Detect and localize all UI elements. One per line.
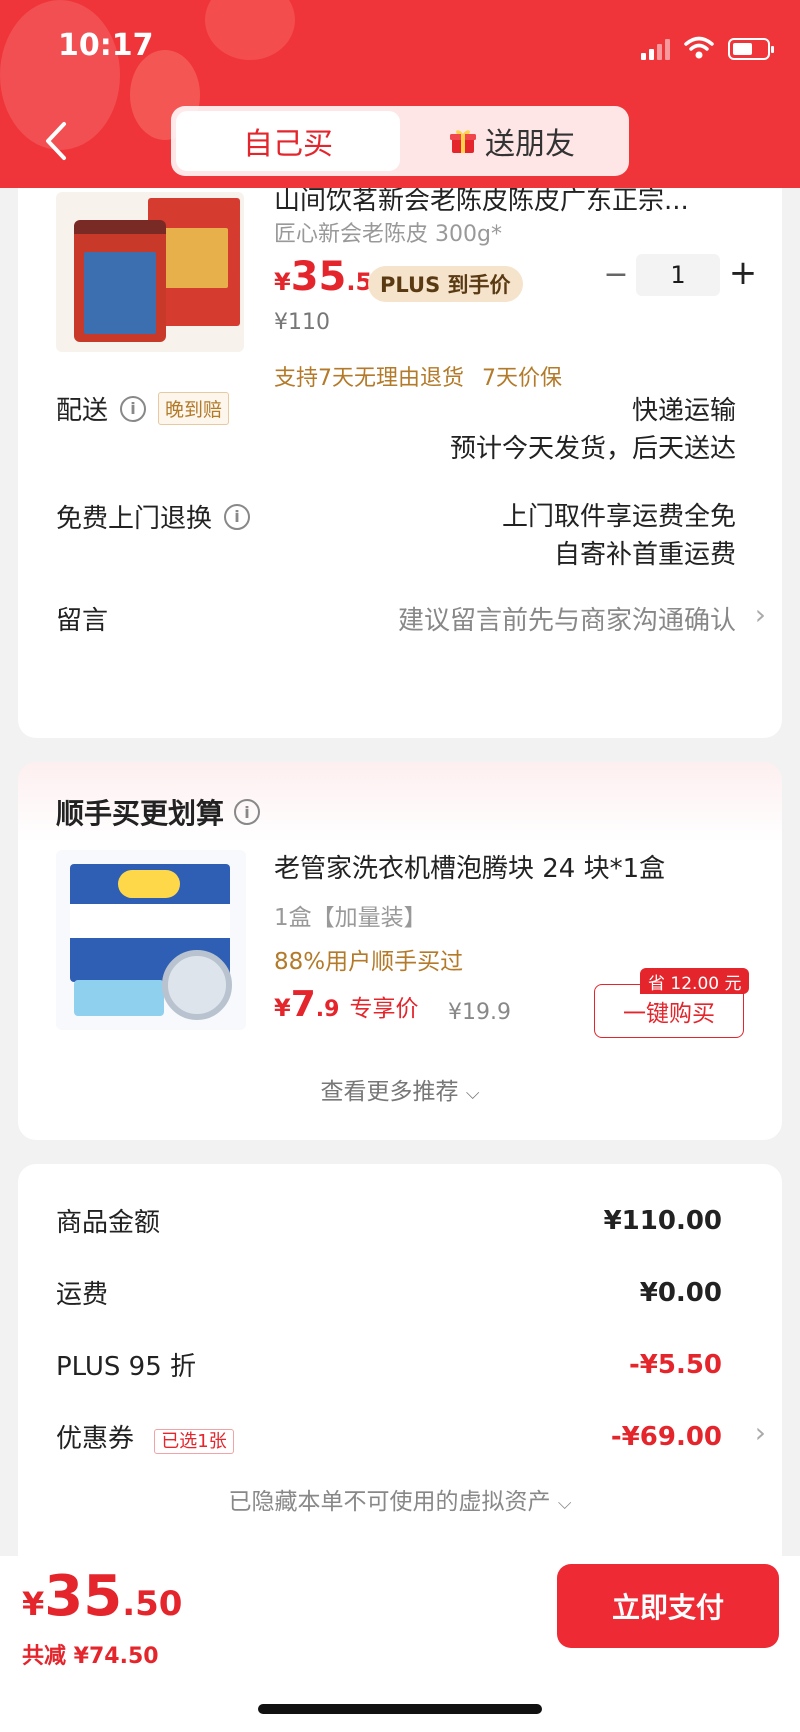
tab-label: 送朋友 (485, 127, 575, 162)
addon-section-title: 顺手买更划算 i (56, 792, 261, 832)
total-savings: 共减 ¥74.50 (22, 1644, 159, 1669)
product-price: ¥ 35 .5 (274, 254, 372, 300)
product-image[interactable] (56, 192, 244, 352)
tab-buy-for-self[interactable]: 自己买 (176, 111, 400, 171)
message-input[interactable]: 建议留言前先与商家沟通确认 (398, 600, 736, 637)
summary-row-plus-discount: PLUS 95 折 -¥5.50 (56, 1346, 722, 1383)
addon-buyers-stat: 88%用户顺手买过 (274, 949, 464, 975)
home-indicator[interactable] (258, 1704, 542, 1714)
price-protect-text: 7天价保 (482, 366, 562, 391)
chevron-down-icon: ⌵ (557, 1493, 572, 1514)
quantity-input[interactable]: 1 (636, 254, 720, 296)
gift-icon (450, 130, 476, 153)
product-card: 山间饮茗新会老陈皮陈皮广东正宗... 匠心新会老陈皮 300g* ¥ 35 .5… (18, 150, 782, 738)
quantity-decrease-button[interactable]: − (598, 254, 634, 294)
signal-icon (641, 38, 670, 60)
info-icon[interactable]: i (234, 799, 261, 825)
wifi-icon (684, 36, 714, 59)
delivery-row: 配送 i 晚到赔 (56, 390, 230, 427)
summary-label: 运费 (56, 1280, 109, 1310)
product-spec: 匠心新会老陈皮 300g* (274, 222, 502, 247)
price-decimal: .9 (315, 997, 340, 1022)
summary-row-subtotal: 商品金额 ¥110.00 (56, 1202, 722, 1239)
delivery-estimate: 预计今天发货，后天送达 (449, 434, 736, 464)
info-icon[interactable]: i (120, 395, 147, 422)
tab-gift-to-friend[interactable]: 送朋友 (400, 111, 624, 171)
chevron-left-icon (46, 122, 66, 160)
returns-label: 免费上门退换 (56, 504, 213, 534)
currency-symbol: ¥ (22, 1585, 45, 1623)
status-time: 10:17 (58, 28, 154, 63)
tab-label: 自己买 (243, 127, 333, 162)
purchase-mode-switch: 自己买 送朋友 (171, 106, 629, 176)
late-compensation-badge: 晚到赔 (158, 392, 230, 425)
header-bar: 10:17 自己买 送朋友 (0, 0, 800, 188)
addon-card: 顺手买更划算 i 老管家洗衣机槽泡腾块 24 块*1盒 1盒【加量装】 88%用… (18, 762, 782, 1140)
more-recommendations-text: 查看更多推荐 (320, 1079, 459, 1105)
price-decimal: .50 (122, 1584, 183, 1624)
summary-row-coupon[interactable]: 优惠券 已选1张 -¥69.00 (56, 1418, 722, 1455)
returns-line-2: 自寄补首重运费 (553, 540, 736, 570)
addon-product-spec: 1盒【加量装】 (274, 905, 427, 931)
currency-symbol: ¥ (274, 268, 291, 296)
quantity-increase-button[interactable]: + (722, 250, 764, 296)
price-integer: 7 (290, 984, 316, 1025)
returns-line-1: 上门取件享运费全免 (501, 502, 736, 532)
tablets-graphic (74, 980, 164, 1016)
message-label: 留言 (56, 606, 109, 636)
addon-product-image[interactable] (56, 850, 246, 1030)
hidden-assets-text: 已隐藏本单不可使用的虚拟资产 (228, 1489, 551, 1515)
chevron-right-icon: › (754, 598, 766, 631)
status-icons (641, 36, 774, 60)
chevron-down-icon: ⌵ (465, 1083, 480, 1104)
summary-value: ¥0.00 (639, 1277, 722, 1308)
summary-label: 优惠券 (56, 1424, 135, 1454)
savings-badge: 省 12.00 元 (640, 968, 750, 994)
coupon-label-group: 优惠券 已选1张 (56, 1418, 234, 1455)
summary-value: ¥110.00 (603, 1205, 722, 1236)
chevron-right-icon: › (754, 1416, 766, 1449)
addon-original-price: ¥19.9 (448, 1000, 511, 1025)
info-icon[interactable]: i (224, 503, 251, 530)
currency-symbol: ¥ (274, 994, 291, 1022)
summary-label: 商品金额 (56, 1208, 161, 1238)
balloon-decoration (205, 0, 295, 60)
price-summary-card: 商品金额 ¥110.00 运费 ¥0.00 PLUS 95 折 -¥5.50 优… (18, 1164, 782, 1564)
price-integer: 35 (290, 254, 347, 300)
summary-row-shipping: 运费 ¥0.00 (56, 1274, 722, 1311)
pay-now-button[interactable]: 立即支付 (557, 1564, 779, 1648)
original-price: ¥110 (274, 310, 330, 335)
battery-icon (728, 38, 774, 60)
summary-value: -¥69.00 (610, 1421, 722, 1452)
exclusive-price-label: 专享价 (349, 996, 419, 1022)
addon-title-text: 顺手买更划算 (56, 797, 225, 830)
summary-label: PLUS 95 折 (56, 1352, 197, 1382)
plus-price-tag: PLUS 到手价 (368, 266, 523, 302)
washer-drum-graphic (162, 950, 232, 1020)
price-integer: 35 (44, 1564, 123, 1629)
addon-price: ¥ 7 .9 专享价 (274, 984, 418, 1025)
tin-can-graphic (74, 220, 166, 342)
returns-row: 免费上门退换 i (56, 498, 251, 535)
total-price: ¥ 35 .50 (22, 1564, 182, 1629)
summary-value: -¥5.50 (628, 1349, 722, 1380)
more-recommendations-link[interactable]: 查看更多推荐 ⌵ (18, 1072, 782, 1106)
checkout-bar: ¥ 35 .50 共减 ¥74.50 立即支付 (0, 1556, 800, 1732)
coupon-selected-badge: 已选1张 (154, 1429, 234, 1454)
delivery-label: 配送 (56, 396, 109, 426)
back-button[interactable] (36, 115, 76, 167)
addon-product-name[interactable]: 老管家洗衣机槽泡腾块 24 块*1盒 (274, 848, 665, 885)
hidden-assets-toggle[interactable]: 已隐藏本单不可使用的虚拟资产 ⌵ (18, 1482, 782, 1516)
delivery-method: 快递运输 (631, 396, 736, 426)
return-policy-text: 支持7天无理由退货 (274, 366, 464, 391)
service-guarantees: 支持7天无理由退货 7天价保 (274, 360, 562, 392)
